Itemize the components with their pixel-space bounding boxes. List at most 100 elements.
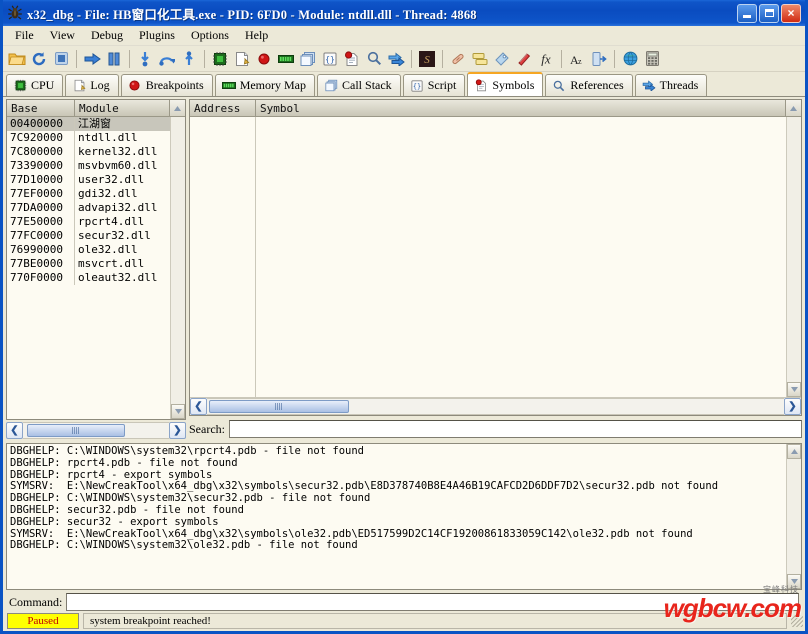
- symbol-vertical-scrollbar[interactable]: [786, 117, 801, 397]
- call-stack-icon[interactable]: [297, 48, 319, 70]
- window-title: x32_dbg - File: HB窗口化工具.exe - PID: 6FD0 …: [27, 7, 477, 22]
- log-output-text: DBGHELP: C:\WINDOWS\system32\rpcrt4.pdb …: [10, 445, 719, 552]
- toolbar-separator: [442, 49, 443, 68]
- step-out-icon[interactable]: [178, 48, 200, 70]
- menu-item-plugins[interactable]: Plugins: [131, 26, 183, 45]
- log-output-panel[interactable]: DBGHELP: C:\WINDOWS\system32\rpcrt4.pdb …: [6, 443, 802, 590]
- tab-call-stack[interactable]: Call Stack: [317, 74, 401, 96]
- symbol-list-pane: Address Symbol ❮ ❯ Search:: [189, 99, 802, 439]
- pause-icon[interactable]: [103, 48, 125, 70]
- breakpoints-icon[interactable]: [253, 48, 275, 70]
- scroll-thumb[interactable]: [209, 400, 349, 413]
- minimize-button[interactable]: [737, 3, 757, 23]
- scylla-icon[interactable]: S: [416, 48, 438, 70]
- table-row[interactable]: 77BE0000 msvcrt.dll: [7, 257, 170, 271]
- comments-icon[interactable]: [469, 48, 491, 70]
- scroll-thumb[interactable]: [27, 424, 125, 437]
- scroll-right-icon[interactable]: ❯: [784, 398, 801, 415]
- resize-grip[interactable]: [791, 615, 803, 627]
- scroll-track[interactable]: [207, 398, 784, 415]
- search-input[interactable]: [228, 420, 802, 438]
- scroll-down-icon[interactable]: [171, 404, 185, 419]
- column-header-address[interactable]: Address: [190, 100, 256, 117]
- scroll-left-icon[interactable]: ❮: [190, 398, 207, 415]
- stop-icon[interactable]: [50, 48, 72, 70]
- tab-label: References: [570, 78, 624, 92]
- tab-script[interactable]: {} Script: [402, 74, 466, 96]
- svg-text:S: S: [424, 54, 430, 66]
- menu-item-debug[interactable]: Debug: [83, 26, 131, 45]
- tab-references[interactable]: References: [545, 74, 633, 96]
- bookmarks-icon[interactable]: [513, 48, 535, 70]
- symbol-rows[interactable]: [190, 117, 801, 397]
- table-row[interactable]: 77EF0000 gdi32.dll: [7, 187, 170, 201]
- column-header-base[interactable]: Base: [7, 100, 75, 117]
- symbol-scroll-up-arrow[interactable]: [786, 100, 801, 117]
- tab-symbols[interactable]: Symbols: [467, 72, 544, 96]
- scroll-track[interactable]: [23, 422, 169, 439]
- maximize-button[interactable]: [759, 3, 779, 23]
- application-window: x32_dbg - File: HB窗口化工具.exe - PID: 6FD0 …: [0, 0, 808, 634]
- module-vertical-scrollbar[interactable]: [170, 117, 185, 419]
- tab-cpu[interactable]: CPU: [6, 74, 64, 96]
- tab-threads[interactable]: Threads: [634, 74, 708, 96]
- table-row[interactable]: 7C920000 ntdll.dll: [7, 131, 170, 145]
- memory-map-icon[interactable]: [275, 48, 297, 70]
- scroll-down-icon[interactable]: [787, 382, 801, 397]
- table-row[interactable]: 7C800000 kernel32.dll: [7, 145, 170, 159]
- search-row: Search:: [189, 419, 802, 439]
- references-icon[interactable]: [363, 48, 385, 70]
- scroll-left-icon[interactable]: ❮: [6, 422, 23, 439]
- menu-item-options[interactable]: Options: [183, 26, 237, 45]
- table-row[interactable]: 76990000 ole32.dll: [7, 243, 170, 257]
- labels-icon[interactable]: [491, 48, 513, 70]
- tab-label: Script: [427, 78, 457, 92]
- menu-item-view[interactable]: View: [42, 26, 83, 45]
- menu-item-file[interactable]: File: [7, 26, 42, 45]
- scroll-right-icon[interactable]: ❯: [169, 422, 186, 439]
- calculator-icon[interactable]: [641, 48, 663, 70]
- column-header-module[interactable]: Module: [75, 100, 170, 117]
- symbol-horizontal-scrollbar[interactable]: ❮ ❯: [190, 397, 801, 415]
- globe-icon[interactable]: [619, 48, 641, 70]
- tab-breakpoints[interactable]: Breakpoints: [120, 74, 213, 96]
- table-row[interactable]: 77FC0000 secur32.dll: [7, 229, 170, 243]
- table-row[interactable]: 00400000 江湖窗: [7, 117, 170, 131]
- module-scroll-up-arrow[interactable]: [170, 100, 185, 117]
- functions-icon[interactable]: fx: [535, 48, 557, 70]
- command-input[interactable]: [66, 593, 799, 611]
- table-row[interactable]: 77DA0000 advapi32.dll: [7, 201, 170, 215]
- table-row[interactable]: 73390000 msvbvm60.dll: [7, 159, 170, 173]
- font-icon[interactable]: Az: [566, 48, 588, 70]
- symbols-icon[interactable]: [341, 48, 363, 70]
- module-base: 770F0000: [7, 271, 75, 285]
- scroll-up-icon[interactable]: [787, 444, 801, 459]
- run-icon[interactable]: [81, 48, 103, 70]
- script-icon[interactable]: {}: [319, 48, 341, 70]
- table-row[interactable]: 77E50000 rpcrt4.dll: [7, 215, 170, 229]
- step-into-icon[interactable]: [134, 48, 156, 70]
- module-horizontal-scrollbar[interactable]: ❮ ❯: [6, 422, 186, 439]
- toolbar-separator: [561, 49, 562, 68]
- restart-icon[interactable]: [28, 48, 50, 70]
- table-row[interactable]: 770F0000 oleaut32.dll: [7, 271, 170, 285]
- patches-icon[interactable]: [447, 48, 469, 70]
- scroll-down-icon[interactable]: [787, 574, 801, 589]
- window-controls: ×: [737, 3, 803, 23]
- tab-log[interactable]: Log: [65, 74, 119, 96]
- column-header-symbol[interactable]: Symbol: [256, 100, 786, 117]
- menu-item-help[interactable]: Help: [237, 26, 276, 45]
- module-name: kernel32.dll: [78, 145, 158, 158]
- tab-memory-map[interactable]: Memory Map: [214, 74, 316, 96]
- symbol-table: Address Symbol ❮ ❯: [189, 99, 802, 416]
- search-label: Search:: [189, 421, 225, 436]
- log-vertical-scrollbar[interactable]: [786, 444, 801, 589]
- step-over-icon[interactable]: [156, 48, 178, 70]
- table-row[interactable]: 77D10000 user32.dll: [7, 173, 170, 187]
- threads-icon[interactable]: [385, 48, 407, 70]
- close-button[interactable]: ×: [781, 3, 801, 23]
- cpu-icon[interactable]: [209, 48, 231, 70]
- open-file-icon[interactable]: [6, 48, 28, 70]
- log-icon[interactable]: [231, 48, 253, 70]
- attach-icon[interactable]: [588, 48, 610, 70]
